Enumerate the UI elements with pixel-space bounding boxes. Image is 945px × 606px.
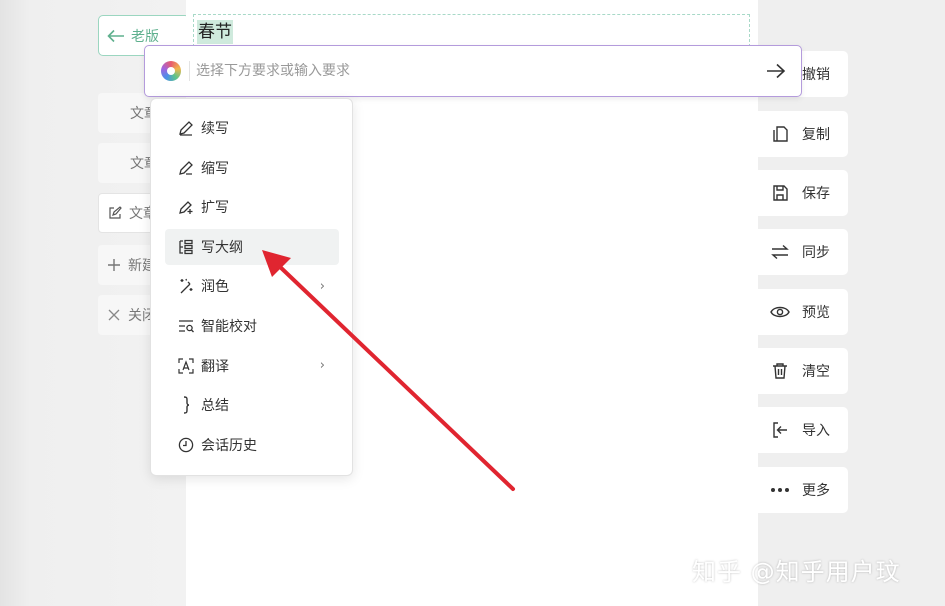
menu-item-history[interactable]: 会话历史 bbox=[165, 427, 339, 463]
menu-item-outline[interactable]: 写大纲 bbox=[165, 228, 339, 265]
chevron-right-icon: › bbox=[319, 278, 325, 294]
menu-item-label: 润色 bbox=[201, 279, 229, 296]
sync-icon bbox=[770, 242, 790, 262]
menu-item-label: 智能校对 bbox=[201, 318, 257, 335]
clock-icon bbox=[177, 436, 195, 454]
chevron-right-icon: › bbox=[319, 358, 325, 374]
ai-prompt-input[interactable] bbox=[196, 63, 765, 79]
ai-bar-divider bbox=[189, 61, 190, 81]
menu-item-expand[interactable]: 扩写 bbox=[165, 189, 339, 225]
eye-icon bbox=[770, 302, 790, 322]
menu-item-label: 写大纲 bbox=[201, 239, 243, 256]
import-icon bbox=[770, 420, 790, 440]
brace-icon bbox=[177, 396, 195, 414]
pen-icon bbox=[177, 119, 195, 137]
watermark: 知乎 @知乎用户玟 bbox=[692, 558, 901, 586]
toolbar-label: 清空 bbox=[802, 364, 830, 380]
menu-item-label: 会话历史 bbox=[201, 437, 257, 454]
pen-icon bbox=[177, 159, 195, 177]
save-button[interactable]: 保存 bbox=[758, 170, 848, 216]
send-arrow-icon[interactable] bbox=[765, 60, 787, 82]
copy-button[interactable]: 复制 bbox=[758, 111, 848, 157]
more-button[interactable]: 更多 bbox=[758, 467, 848, 513]
menu-item-shorten[interactable]: 缩写 bbox=[165, 150, 339, 186]
sync-button[interactable]: 同步 bbox=[758, 229, 848, 275]
menu-item-label: 总结 bbox=[201, 398, 229, 415]
pen-plus-icon bbox=[177, 198, 195, 216]
menu-item-label: 扩写 bbox=[201, 200, 229, 217]
menu-item-label: 续写 bbox=[201, 121, 229, 137]
magic-wand-icon bbox=[177, 277, 195, 295]
preview-button[interactable]: 预览 bbox=[758, 289, 848, 335]
toolbar-label: 复制 bbox=[802, 127, 830, 143]
toolbar-label: 撤销 bbox=[802, 67, 830, 83]
toolbar-label: 保存 bbox=[802, 186, 830, 202]
selection-box bbox=[193, 14, 750, 47]
old-version-label: 老版 bbox=[131, 28, 159, 45]
translate-icon bbox=[177, 357, 195, 375]
more-icon bbox=[770, 480, 790, 500]
menu-item-translate[interactable]: 翻译 › bbox=[165, 348, 339, 384]
edit-icon bbox=[107, 205, 123, 221]
close-icon bbox=[106, 307, 122, 323]
toolbar-label: 导入 bbox=[802, 423, 830, 439]
clear-button[interactable]: 清空 bbox=[758, 348, 848, 394]
toolbar-label: 同步 bbox=[802, 245, 830, 261]
arrow-left-icon bbox=[107, 29, 124, 42]
menu-item-label: 翻译 bbox=[201, 358, 229, 375]
outline-icon bbox=[177, 238, 195, 256]
toolbar-label: 更多 bbox=[802, 483, 830, 499]
ai-prompt-bar bbox=[144, 45, 802, 97]
ai-logo-icon bbox=[161, 61, 181, 81]
ai-action-menu: 续写 缩写 扩写 写大纲 润色 › 智能校对 翻译 › 总结 会话历史 bbox=[150, 98, 353, 476]
menu-item-label: 缩写 bbox=[201, 160, 229, 177]
selected-text[interactable]: 春节 bbox=[197, 20, 233, 44]
menu-item-proofread[interactable]: 智能校对 bbox=[165, 308, 339, 344]
menu-item-summary[interactable]: 总结 bbox=[165, 387, 339, 423]
toolbar-label: 预览 bbox=[802, 305, 830, 321]
menu-item-polish[interactable]: 润色 › bbox=[165, 268, 339, 304]
copy-icon bbox=[770, 124, 790, 144]
menu-item-continue[interactable]: 续写 bbox=[165, 110, 339, 146]
save-icon bbox=[770, 183, 790, 203]
trash-icon bbox=[770, 361, 790, 381]
proofread-icon bbox=[177, 317, 195, 335]
plus-icon bbox=[106, 257, 122, 273]
import-button[interactable]: 导入 bbox=[758, 407, 848, 453]
